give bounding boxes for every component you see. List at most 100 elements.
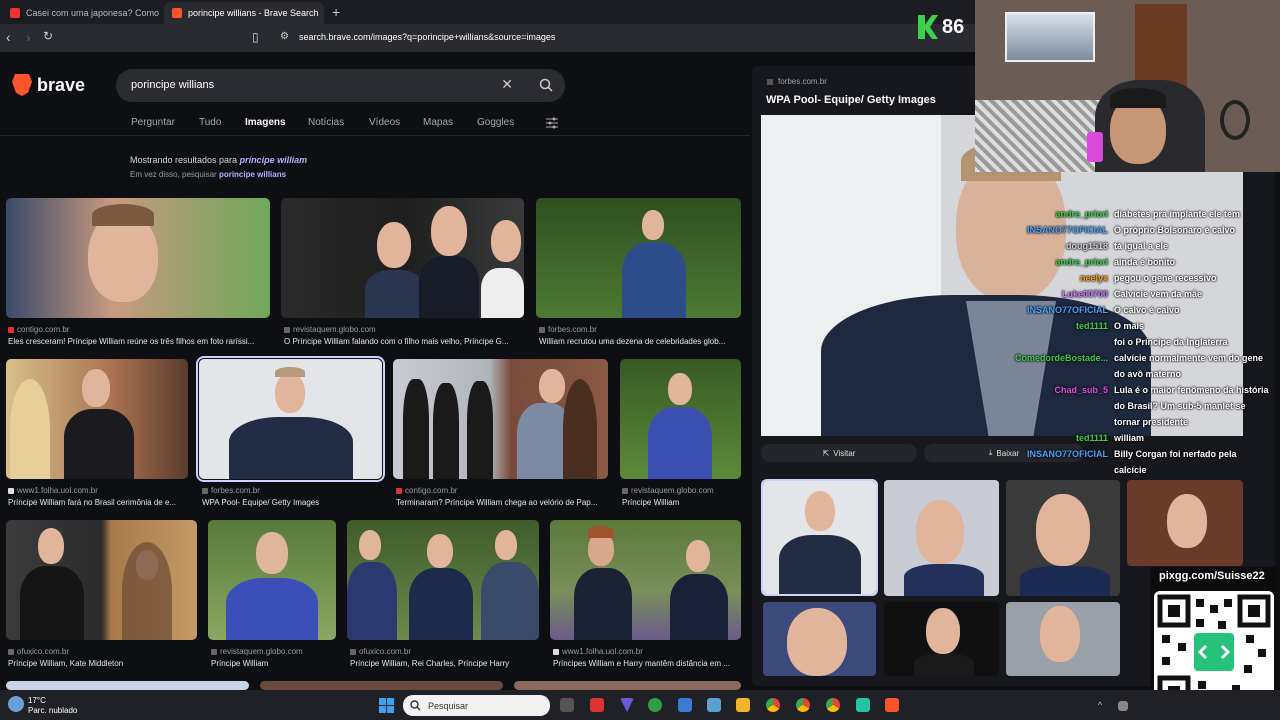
tab-japonesa[interactable]: Casei com uma japonesa? Como <box>2 2 160 24</box>
task-view-icon[interactable] <box>560 698 574 712</box>
image-result[interactable] <box>347 520 539 640</box>
related-image[interactable] <box>884 480 999 596</box>
related-image[interactable] <box>763 602 876 676</box>
result-caption[interactable]: Príncipe William fará no Brasil cerimôni… <box>8 498 193 507</box>
url-field[interactable]: search.brave.com/images?q=porincipe+will… <box>299 32 555 42</box>
showing-prefix: Mostrando resultados para <box>130 155 240 165</box>
folder-icon[interactable] <box>736 698 750 712</box>
windows-start-icon[interactable] <box>379 698 394 713</box>
result-source: ofuxico.com.br <box>350 647 411 656</box>
search-box[interactable]: porincipe willians ✕ <box>116 69 565 102</box>
reload-icon[interactable]: ↻ <box>43 29 53 43</box>
related-image[interactable] <box>1006 480 1120 596</box>
tab-perguntar[interactable]: Perguntar <box>131 117 175 128</box>
result-caption[interactable]: WPA Pool- Equipe/ Getty Images <box>202 498 382 507</box>
new-tab-button[interactable]: + <box>332 4 340 20</box>
search-icon <box>410 700 421 711</box>
result-caption[interactable]: Príncipe William <box>622 498 742 507</box>
related-image[interactable] <box>884 602 999 676</box>
image-result[interactable] <box>6 198 270 318</box>
divider <box>0 135 750 136</box>
tray-chevron-icon[interactable]: ^ <box>1098 700 1102 710</box>
image-result[interactable] <box>393 359 608 479</box>
tab-mapas[interactable]: Mapas <box>423 117 453 128</box>
result-caption[interactable]: O Príncipe William falando com o filho m… <box>284 337 524 346</box>
image-result[interactable] <box>6 681 249 690</box>
search-icon[interactable] <box>539 78 553 92</box>
chat-username: andre_priori <box>1055 209 1108 219</box>
tab-videos[interactable]: Vídeos <box>369 117 400 128</box>
result-source: www1.folha.uol.com.br <box>553 647 643 656</box>
chat-message: O próprio Bolsonaro é calvo <box>1114 225 1236 235</box>
stream-counter: 86 <box>918 15 964 39</box>
weather-widget[interactable]: 17°C Parc. nublado <box>28 696 77 716</box>
counter-value: 86 <box>942 15 965 38</box>
image-result[interactable] <box>514 681 741 690</box>
chat-message: calvície normalmente vem do gene <box>1114 353 1264 363</box>
panel-source: forbes.com.br <box>767 77 827 86</box>
result-caption[interactable]: William recrutou uma dezena de celebrida… <box>539 337 744 346</box>
result-source: ofuxico.com.br <box>8 647 69 656</box>
chat-username: andre_priori <box>1055 257 1108 267</box>
related-image[interactable] <box>1127 480 1243 566</box>
back-icon[interactable]: ‹ <box>6 29 11 45</box>
result-caption[interactable]: Príncipes William e Harry mantêm distânc… <box>553 659 743 668</box>
chrome-icon[interactable] <box>766 698 780 712</box>
site-info-icon[interactable]: ⚙ <box>280 31 289 42</box>
app-icon[interactable] <box>590 698 604 712</box>
image-result[interactable] <box>620 359 741 479</box>
chat-message: ainda é bonito <box>1114 257 1176 267</box>
brave-icon[interactable] <box>885 698 899 712</box>
clear-icon[interactable]: ✕ <box>501 76 513 93</box>
tab-brave-search[interactable]: porincipe willians - Brave Search ✕ <box>164 2 324 24</box>
panel-title: WPA Pool- Equipe/ Getty Images <box>766 94 936 106</box>
tab-imagens[interactable]: Imagens <box>245 117 286 128</box>
tab-tudo[interactable]: Tudo <box>199 117 221 128</box>
image-result[interactable] <box>281 198 524 318</box>
image-result[interactable] <box>536 198 741 318</box>
chrome-icon[interactable] <box>796 698 810 712</box>
visit-button[interactable]: ⇱ Visitar <box>761 444 917 462</box>
result-caption[interactable]: Terminaram? Príncipe William chega ao ve… <box>396 498 611 507</box>
corrected-term[interactable]: príncipe william <box>240 155 308 165</box>
filter-icon[interactable] <box>546 117 558 129</box>
bookmark-icon[interactable]: ▯ <box>252 30 259 44</box>
image-result[interactable] <box>208 520 336 640</box>
chat-username: neelyx <box>1079 273 1108 283</box>
chat-message: Calvície vem da mãe <box>1114 289 1203 299</box>
tab-label: porincipe willians - Brave Search <box>188 8 319 18</box>
taskbar-search[interactable]: Pesquisar <box>403 695 550 716</box>
chrome-icon[interactable] <box>826 698 840 712</box>
chat-username: INSANO77OFICIAL <box>1026 305 1108 315</box>
app-icon[interactable] <box>678 698 692 712</box>
result-caption[interactable]: Príncipe William <box>211 659 336 668</box>
chat-message: calcície <box>1114 465 1147 475</box>
result-caption[interactable]: Príncipe William, Rei Charles, Príncipe … <box>350 659 540 668</box>
result-caption[interactable]: Eles cresceram! Príncipe William reúne o… <box>8 337 273 346</box>
related-image-selected[interactable] <box>761 479 878 596</box>
result-source: contigo.com.br <box>8 325 69 334</box>
brave-logo[interactable]: brave <box>12 74 85 96</box>
image-result[interactable] <box>260 681 503 690</box>
tab-noticias[interactable]: Notícias <box>308 117 344 128</box>
image-result[interactable] <box>6 520 197 640</box>
weather-icon[interactable] <box>8 696 24 712</box>
instead-prefix: Em vez disso, pesquisar <box>130 170 219 179</box>
chat-message: Billy Corgan foi nerfado pela <box>1114 449 1237 459</box>
related-image[interactable] <box>1006 602 1120 676</box>
search-input[interactable]: porincipe willians <box>131 79 214 91</box>
image-result[interactable] <box>550 520 741 640</box>
windows-taskbar <box>0 690 1280 720</box>
tab-goggles[interactable]: Goggles <box>477 117 514 128</box>
image-result[interactable] <box>6 359 188 479</box>
kick-logo-icon <box>918 15 938 39</box>
result-caption[interactable]: Príncipe William, Kate Middleton <box>8 659 198 668</box>
app-icon[interactable] <box>707 698 721 712</box>
original-term-link[interactable]: porincipe willians <box>219 170 286 179</box>
app-icon[interactable] <box>856 698 870 712</box>
xbox-icon[interactable] <box>648 698 662 712</box>
image-result-selected[interactable] <box>196 356 385 482</box>
result-source: forbes.com.br <box>539 325 597 334</box>
tray-icon[interactable] <box>1118 701 1128 711</box>
forward-icon[interactable]: › <box>26 29 31 45</box>
